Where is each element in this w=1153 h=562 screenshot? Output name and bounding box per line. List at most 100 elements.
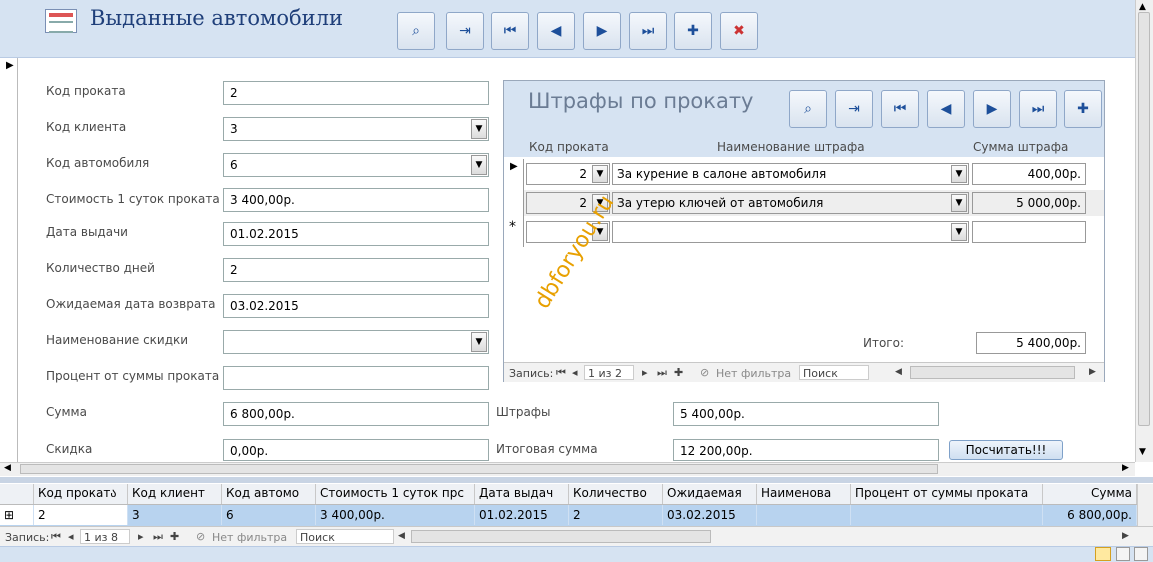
grid-cell[interactable]: 2	[34, 505, 128, 525]
new-row-sum[interactable]	[972, 221, 1086, 243]
grid-col-header[interactable]: Код автомо	[222, 484, 316, 504]
subform-first-icon[interactable]: ⏮	[556, 366, 566, 380]
return-date-field[interactable]: 03.02.2015	[223, 294, 489, 318]
splitter-bar[interactable]	[0, 477, 1153, 483]
grid-prev-icon[interactable]: ◂	[68, 530, 74, 543]
next-record-button[interactable]: ▶	[583, 12, 621, 50]
subform-position-field[interactable]: 1 из 2	[584, 365, 634, 380]
sub-prev-record-button[interactable]: ◀	[927, 90, 965, 128]
days-field[interactable]: 2	[223, 258, 489, 282]
subform-scroll-right-icon[interactable]: ▶	[1089, 367, 1096, 377]
fine-row-2-name[interactable]: За утерю ключей от автомобиля	[612, 192, 969, 214]
sub-new-record-button[interactable]: ✚	[1064, 90, 1102, 128]
sub-next-record-button[interactable]: ▶	[973, 90, 1011, 128]
car-code-dropdown-icon[interactable]: ▼	[471, 155, 487, 175]
grid-cell[interactable]: 3	[128, 505, 222, 525]
grid-last-icon[interactable]: ⏭	[153, 530, 163, 544]
grid-scroll-left-icon[interactable]: ◀	[398, 531, 405, 541]
grid-cell[interactable]: 2	[569, 505, 663, 525]
fines-field[interactable]: 5 400,00р.	[673, 402, 939, 426]
sub-find-next-button[interactable]: ⇥	[835, 90, 873, 128]
rental-code-field[interactable]: 2	[223, 81, 489, 105]
first-record-button[interactable]: ⏮	[491, 12, 529, 50]
fine-row-1-name-dropdown-icon[interactable]: ▼	[951, 165, 967, 183]
form-scroll-left-icon[interactable]: ◀	[4, 463, 11, 473]
grid-cell[interactable]: 6	[222, 505, 316, 525]
grid-col-header[interactable]: Ожидаемая	[663, 484, 757, 504]
discount-field[interactable]: 0,00р.	[223, 439, 489, 461]
grid-cell[interactable]: 01.02.2015	[475, 505, 569, 525]
record-selector[interactable]	[0, 58, 18, 462]
grid-first-icon[interactable]: ⏮	[51, 530, 61, 544]
grid-cell[interactable]	[851, 505, 1043, 525]
grid-col-header[interactable]: Дата выдач	[475, 484, 569, 504]
grid-cell[interactable]: 3 400,00р.	[316, 505, 475, 525]
discount-name-dropdown-icon[interactable]: ▼	[471, 332, 487, 352]
find-button[interactable]: ⌕	[397, 12, 435, 50]
new-record-button[interactable]: ✚	[674, 12, 712, 50]
expand-row-icon[interactable]: ⊞	[0, 505, 34, 525]
grid-col-header[interactable]: Количество	[569, 484, 663, 504]
form-hscroll-thumb[interactable]	[20, 464, 938, 474]
fine-row-1-code-dropdown-icon[interactable]: ▼	[592, 165, 608, 183]
subform-last-icon[interactable]: ⏭	[657, 366, 667, 380]
find-next-button[interactable]: ⇥	[446, 12, 484, 50]
issue-date-field[interactable]: 01.02.2015	[223, 222, 489, 246]
grid-new-icon[interactable]: ✚	[170, 530, 179, 543]
subform-new-icon[interactable]: ✚	[674, 366, 683, 379]
fine-row-1-name[interactable]: За курение в салоне автомобиля	[612, 163, 969, 185]
fine-row-2-name-dropdown-icon[interactable]: ▼	[951, 194, 967, 212]
last-record-button[interactable]: ⏭	[629, 12, 667, 50]
sub-first-record-button[interactable]: ⏮	[881, 90, 919, 128]
grid-cell[interactable]: 03.02.2015	[663, 505, 757, 525]
form-scroll-right-icon[interactable]: ▶	[1122, 463, 1129, 473]
subform-filter-label[interactable]: Нет фильтра	[716, 367, 791, 380]
table-row[interactable]: ⊞ 2 3 6 3 400,00р. 01.02.2015 2 03.02.20…	[0, 505, 1137, 526]
daily-cost-field[interactable]: 3 400,00р.	[223, 188, 489, 212]
scroll-up-icon[interactable]: ▲	[1139, 2, 1146, 12]
sum-field[interactable]: 6 800,00р.	[223, 402, 489, 426]
grid-cell[interactable]: 6 800,00р.	[1043, 505, 1137, 525]
grid-col-header[interactable]: Процент от суммы проката	[851, 484, 1043, 504]
grid-next-icon[interactable]: ▸	[138, 530, 144, 543]
prev-record-button[interactable]: ◀	[537, 12, 575, 50]
subform-total-field[interactable]: 5 400,00р.	[976, 332, 1086, 354]
grid-vertical-scrollbar[interactable]	[1137, 484, 1153, 526]
fine-row-2-sum[interactable]: 5 000,00р.	[972, 192, 1086, 214]
car-code-combo[interactable]: 6	[223, 153, 489, 177]
client-code-dropdown-icon[interactable]: ▼	[471, 119, 487, 139]
grid-scroll-right-icon[interactable]: ▶	[1122, 531, 1129, 541]
sub-last-record-button[interactable]: ⏭	[1019, 90, 1057, 128]
grid-col-header[interactable]: Код клиент	[128, 484, 222, 504]
delete-record-button[interactable]: ✖	[720, 12, 758, 50]
grid-col-header[interactable]: Сумма	[1043, 484, 1137, 504]
total-field[interactable]: 12 200,00р.	[673, 439, 939, 461]
grid-col-header[interactable]: Наименова	[757, 484, 851, 504]
scroll-thumb[interactable]	[1138, 12, 1150, 426]
fine-row-1-sum[interactable]: 400,00р.	[972, 163, 1086, 185]
new-row-name-dropdown-icon[interactable]: ▼	[951, 223, 967, 241]
grid-hscroll-thumb[interactable]	[411, 530, 711, 543]
scroll-down-icon[interactable]: ▼	[1139, 447, 1146, 457]
subform-next-icon[interactable]: ▸	[642, 366, 648, 379]
grid-select-all[interactable]	[0, 484, 34, 504]
new-row-name[interactable]	[612, 221, 969, 243]
form-view-icon[interactable]	[1095, 547, 1111, 561]
discount-name-combo[interactable]	[223, 330, 489, 354]
grid-cell[interactable]	[757, 505, 851, 525]
grid-position-field[interactable]: 1 из 8	[80, 529, 130, 544]
grid-col-header[interactable]: Стоимость 1 суток прс	[316, 484, 475, 504]
design-view-icon[interactable]	[1134, 547, 1148, 561]
subform-search-input[interactable]: Поиск	[799, 365, 869, 380]
calculate-button[interactable]: Посчитать!!!	[949, 440, 1063, 460]
grid-filter-label[interactable]: Нет фильтра	[212, 531, 287, 544]
subform-scroll-left-icon[interactable]: ◀	[895, 367, 902, 377]
grid-search-input[interactable]: Поиск	[296, 529, 394, 544]
subform-prev-icon[interactable]: ◂	[572, 366, 578, 379]
sub-find-button[interactable]: ⌕	[789, 90, 827, 128]
grid-col-header[interactable]: Код прокатა	[34, 484, 128, 504]
datasheet-view-icon[interactable]	[1116, 547, 1130, 561]
subform-hscroll-thumb[interactable]	[910, 366, 1075, 379]
client-code-combo[interactable]: 3	[223, 117, 489, 141]
percent-field[interactable]	[223, 366, 489, 390]
